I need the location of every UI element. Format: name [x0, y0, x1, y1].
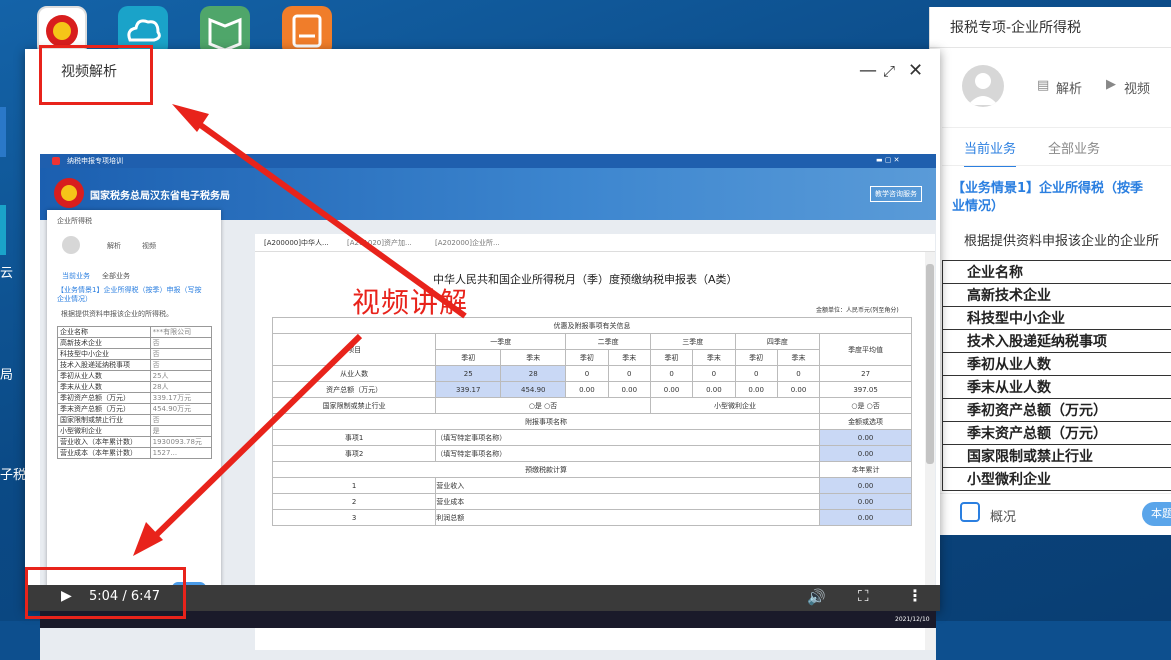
arrow-to-title	[188, 116, 465, 316]
arrow-to-time	[148, 336, 360, 543]
annotation-arrows	[0, 0, 1171, 621]
arrow-head	[133, 522, 163, 556]
